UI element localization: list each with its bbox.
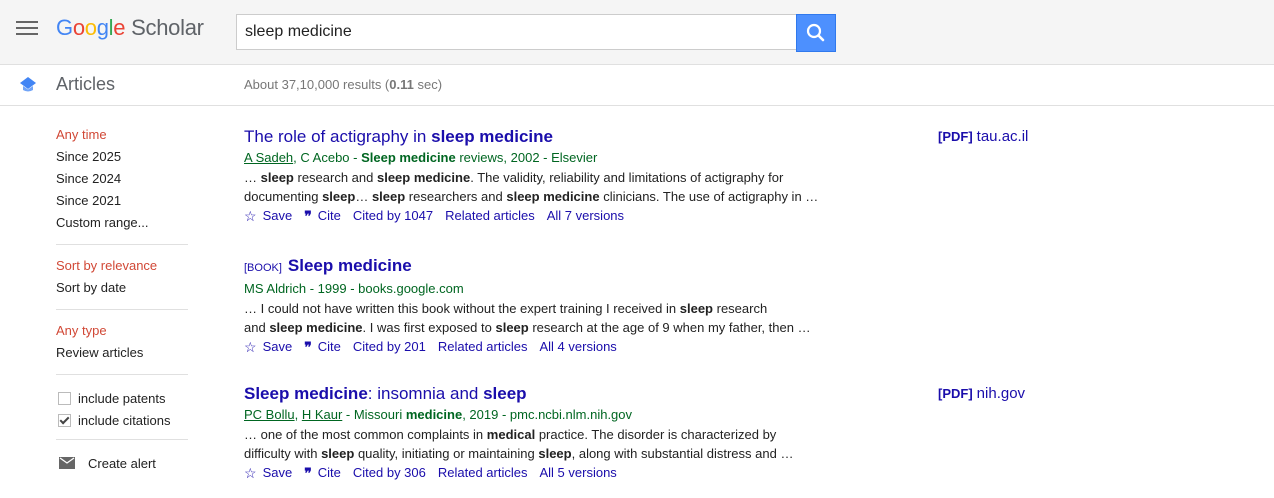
cited-by-link[interactable]: Cited by 1047 xyxy=(353,206,433,226)
google-scholar-logo[interactable]: Google Scholar xyxy=(56,15,204,41)
result-title-link[interactable]: The role of actigraphy in sleep medicine xyxy=(244,126,824,148)
quote-icon: ❞ xyxy=(304,465,312,481)
save-button[interactable]: ☆ Save xyxy=(244,463,292,483)
header: Google Scholar xyxy=(0,0,1274,65)
menu-icon[interactable] xyxy=(16,21,38,39)
results-count: About 37,10,000 results (0.11 sec) xyxy=(244,77,443,92)
divider xyxy=(56,309,188,310)
sort-by-relevance[interactable]: Sort by relevance xyxy=(56,257,188,279)
search-result: The role of actigraphy in sleep medicine… xyxy=(244,126,824,226)
save-button[interactable]: ☆ Save xyxy=(244,337,292,357)
include-citations-checkbox[interactable]: include citations xyxy=(56,409,188,431)
divider xyxy=(56,439,188,440)
quote-icon: ❞ xyxy=(304,208,312,224)
book-tag: [BOOK] xyxy=(244,262,282,274)
result-authors: A Sadeh, C Acebo - Sleep medicine review… xyxy=(244,150,598,165)
filter-since-2025[interactable]: Since 2025 xyxy=(56,148,188,170)
search-input[interactable] xyxy=(236,14,796,50)
related-articles-link[interactable]: Related articles xyxy=(445,206,535,226)
filter-custom-range[interactable]: Custom range... xyxy=(56,214,188,236)
search-result: Sleep medicine: insomnia and sleep PC Bo… xyxy=(244,383,824,483)
checkbox-unchecked-icon xyxy=(58,391,71,405)
author-link[interactable]: H Kaur xyxy=(302,407,342,422)
cited-by-link[interactable]: Cited by 201 xyxy=(353,337,426,357)
all-versions-link[interactable]: All 5 versions xyxy=(539,463,616,483)
subbar: Articles About 37,10,000 results (0.11 s… xyxy=(0,65,1274,106)
filter-since-2024[interactable]: Since 2024 xyxy=(56,170,188,192)
sidebar: Any time Since 2025 Since 2024 Since 202… xyxy=(56,126,188,474)
result-snippet: … I could not have written this book wit… xyxy=(244,301,811,335)
star-icon: ☆ xyxy=(244,465,257,481)
search-button[interactable] xyxy=(796,14,836,52)
star-icon: ☆ xyxy=(244,208,257,224)
author-link[interactable]: A Sadeh xyxy=(244,150,293,165)
all-versions-link[interactable]: All 7 versions xyxy=(547,206,624,226)
filter-any-type[interactable]: Any type xyxy=(56,322,188,344)
pdf-link[interactable]: [PDF] tau.ac.il xyxy=(938,128,1028,145)
create-alert-button[interactable]: Create alert xyxy=(56,452,188,474)
star-icon: ☆ xyxy=(244,339,257,355)
articles-icon xyxy=(20,77,36,92)
related-articles-link[interactable]: Related articles xyxy=(438,337,528,357)
all-versions-link[interactable]: All 4 versions xyxy=(539,337,616,357)
author-link[interactable]: PC Bollu xyxy=(244,407,295,422)
section-label: Articles xyxy=(56,74,116,94)
result-actions: ☆ Save ❞ Cite Cited by 1047 Related articl… xyxy=(244,206,824,226)
search-result: [BOOK] Sleep medicine MS Aldrich - 1999 -… xyxy=(244,255,824,357)
cite-button[interactable]: ❞ Cite xyxy=(304,463,341,483)
result-snippet: … sleep research and sleep medicine. The… xyxy=(244,170,819,204)
filter-review-articles[interactable]: Review articles xyxy=(56,344,188,366)
filter-since-2021[interactable]: Since 2021 xyxy=(56,192,188,214)
save-button[interactable]: ☆ Save xyxy=(244,206,292,226)
quote-icon: ❞ xyxy=(304,339,312,355)
sort-by-date[interactable]: Sort by date xyxy=(56,279,188,301)
divider xyxy=(56,374,188,375)
result-snippet: … one of the most common complaints in m… xyxy=(244,427,794,461)
divider xyxy=(56,244,188,245)
result-title-link[interactable]: Sleep medicine xyxy=(288,256,412,275)
include-patents-checkbox[interactable]: include patents xyxy=(56,387,188,409)
search-icon xyxy=(806,23,825,42)
filter-any-time[interactable]: Any time xyxy=(56,126,188,148)
cite-button[interactable]: ❞ Cite xyxy=(304,206,341,226)
cited-by-link[interactable]: Cited by 306 xyxy=(353,463,426,483)
envelope-icon xyxy=(59,457,75,469)
checkbox-checked-icon xyxy=(58,413,71,427)
result-actions: ☆ Save ❞ Cite Cited by 306 Related article… xyxy=(244,463,824,483)
result-authors: PC Bollu, H Kaur - Missouri medicine, 20… xyxy=(244,407,633,422)
cite-button[interactable]: ❞ Cite xyxy=(304,337,341,357)
result-actions: ☆ Save ❞ Cite Cited by 201 Related article… xyxy=(244,337,824,357)
result-authors: MS Aldrich - 1999 - books.google.com xyxy=(244,281,464,296)
related-articles-link[interactable]: Related articles xyxy=(438,463,528,483)
pdf-link[interactable]: [PDF] nih.gov xyxy=(938,385,1025,402)
result-title-link[interactable]: Sleep medicine: insomnia and sleep xyxy=(244,383,824,405)
